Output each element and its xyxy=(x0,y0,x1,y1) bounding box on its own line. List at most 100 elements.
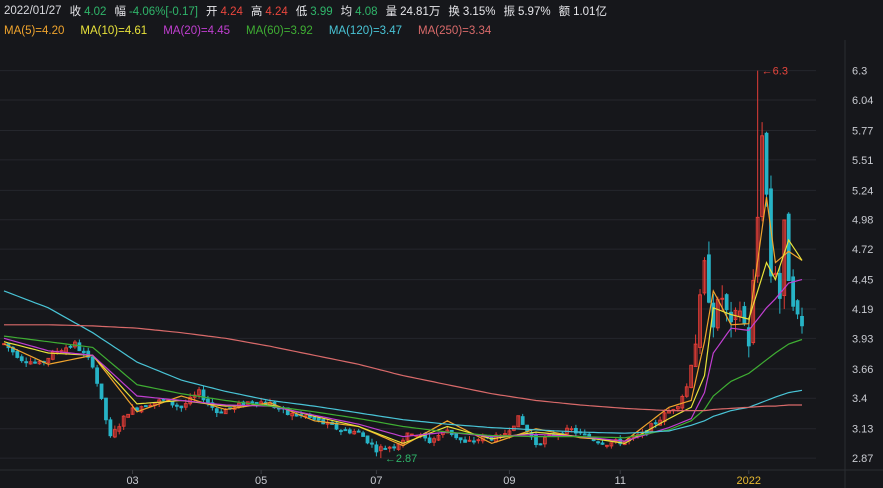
candle-body xyxy=(707,254,711,303)
quote-label: 高 xyxy=(250,6,263,18)
candle-body xyxy=(720,297,725,300)
quote-value: 4.24 xyxy=(265,6,288,18)
quote-field-open: 开 4.24 xyxy=(206,3,243,19)
y-tick-label: 5.51 xyxy=(852,155,873,167)
candle-body xyxy=(764,132,769,195)
ma-legend-ma120: MA(120)=3.47 xyxy=(328,25,403,37)
quote-value: -4.06%[-0.17] xyxy=(128,6,198,18)
quote-label: 换 xyxy=(448,6,460,18)
candle-body xyxy=(24,361,29,364)
candle-body xyxy=(77,342,82,352)
quote-value: 3.99 xyxy=(310,6,333,18)
candle-body xyxy=(525,424,530,432)
quote-value: 4.02 xyxy=(84,6,107,18)
candle-body xyxy=(104,397,108,421)
quote-label: 均 xyxy=(340,6,353,18)
y-tick-label: 4.45 xyxy=(852,275,873,287)
moving-average-legend: MA(5)=4.20 MA(10)=4.61 MA(20)=4.45 MA(60)=3… xyxy=(0,22,883,40)
quote-value: 4.24 xyxy=(220,6,243,18)
candle-body xyxy=(143,405,148,408)
x-tick-label: 11 xyxy=(615,475,626,487)
candle-body xyxy=(800,315,804,327)
candle-body xyxy=(387,446,392,449)
quote-field-amount: 额 1.01亿 xyxy=(559,3,607,19)
y-tick-label: 4.72 xyxy=(852,244,873,256)
candlestick-chart: 6.3 6.04 5.77 5.51 5.24 4.98 4.72 4.45 4.19 3.93 3… xyxy=(0,40,883,488)
quote-label: 振 xyxy=(503,6,515,18)
candle-body xyxy=(582,433,587,436)
x-tick-label: 2022 xyxy=(737,475,761,487)
candle-body xyxy=(370,442,374,445)
candle-body xyxy=(569,428,574,431)
candle-body xyxy=(520,416,525,425)
quote-date: 2022/01/27 xyxy=(4,5,62,17)
candle-body xyxy=(68,345,73,348)
candle-body xyxy=(786,213,791,281)
candle-body xyxy=(605,444,609,447)
y-tick-label: 3.66 xyxy=(852,364,873,376)
candle-body xyxy=(356,430,361,433)
quote-field-high: 高 4.24 xyxy=(251,3,288,19)
y-tick-label: 5.77 xyxy=(852,125,873,137)
quote-value: 24.81万 xyxy=(400,6,441,18)
candle-body xyxy=(343,429,348,432)
candle-body xyxy=(175,404,179,407)
candle-body xyxy=(347,429,352,434)
price-annotation: ←2.87 xyxy=(385,453,417,465)
candle-body xyxy=(742,306,747,324)
candle-body xyxy=(795,300,800,315)
y-tick-label: 2.87 xyxy=(852,453,873,465)
y-tick-label: 3.13 xyxy=(852,424,873,436)
quote-value: 5.97% xyxy=(517,6,551,18)
candle-body xyxy=(250,401,255,404)
ma-legend-ma250: MA(250)=3.34 xyxy=(418,25,492,37)
candle-body xyxy=(472,440,476,443)
candle-body xyxy=(458,437,463,441)
ma-legend-ma10: MA(10)=4.61 xyxy=(80,25,148,37)
quote-field-low: 低 3.99 xyxy=(296,3,333,19)
quote-field-average: 均 4.08 xyxy=(341,3,378,19)
candle-body xyxy=(206,398,210,404)
ma-legend-ma5: MA(5)=4.20 xyxy=(4,25,65,37)
candle-body xyxy=(108,419,113,437)
quote-field-amplitude: 振 5.97% xyxy=(503,3,550,19)
candle-body xyxy=(15,350,20,358)
quote-info-bar: 2022/01/27 收 4.02 幅 -4.06%[-0.17] 开 4.24 高4… xyxy=(0,0,883,22)
candle-body xyxy=(365,435,370,444)
candle-body xyxy=(463,439,467,443)
ma-legend-ma60: MA(60)=3.92 xyxy=(246,25,313,37)
candle-body xyxy=(454,433,459,439)
candle-body xyxy=(361,432,365,437)
candle-body xyxy=(383,447,388,450)
candle-body xyxy=(409,433,414,436)
x-tick-label: 03 xyxy=(126,475,138,487)
ma-legend-ma20: MA(20)=4.45 xyxy=(163,25,231,37)
candle-body xyxy=(201,389,206,401)
y-tick-label: 4.19 xyxy=(852,304,873,316)
ma-line-ma10 xyxy=(3,238,803,445)
candle-body xyxy=(81,350,86,354)
candle-body xyxy=(600,442,605,445)
quote-value: 4.08 xyxy=(355,6,378,18)
quote-value: 3.15% xyxy=(462,6,496,18)
candle-body xyxy=(374,444,379,453)
quote-field-volume: 量 24.81万 xyxy=(386,3,441,19)
quote-label: 额 xyxy=(558,6,571,18)
candle-body xyxy=(312,416,317,420)
price-annotation: ←6.3 xyxy=(762,66,788,78)
candle-body xyxy=(19,356,24,362)
x-tick-label: 09 xyxy=(503,475,515,487)
candle-body xyxy=(316,417,321,421)
y-tick-label: 3.4 xyxy=(852,393,867,405)
quote-label: 低 xyxy=(295,6,308,18)
candle-body xyxy=(427,437,432,444)
quote-field-close: 收 4.02 xyxy=(70,3,107,19)
quote-field-change: 幅 -4.06%[-0.17] xyxy=(114,3,198,19)
candle-body xyxy=(339,430,343,433)
x-tick-label: 07 xyxy=(370,475,382,487)
candle-body xyxy=(538,443,543,446)
quote-field-turnover: 换 3.15% xyxy=(448,3,495,19)
candle-body xyxy=(214,408,219,414)
quote-label: 收 xyxy=(69,6,82,18)
quote-label: 量 xyxy=(385,6,398,18)
